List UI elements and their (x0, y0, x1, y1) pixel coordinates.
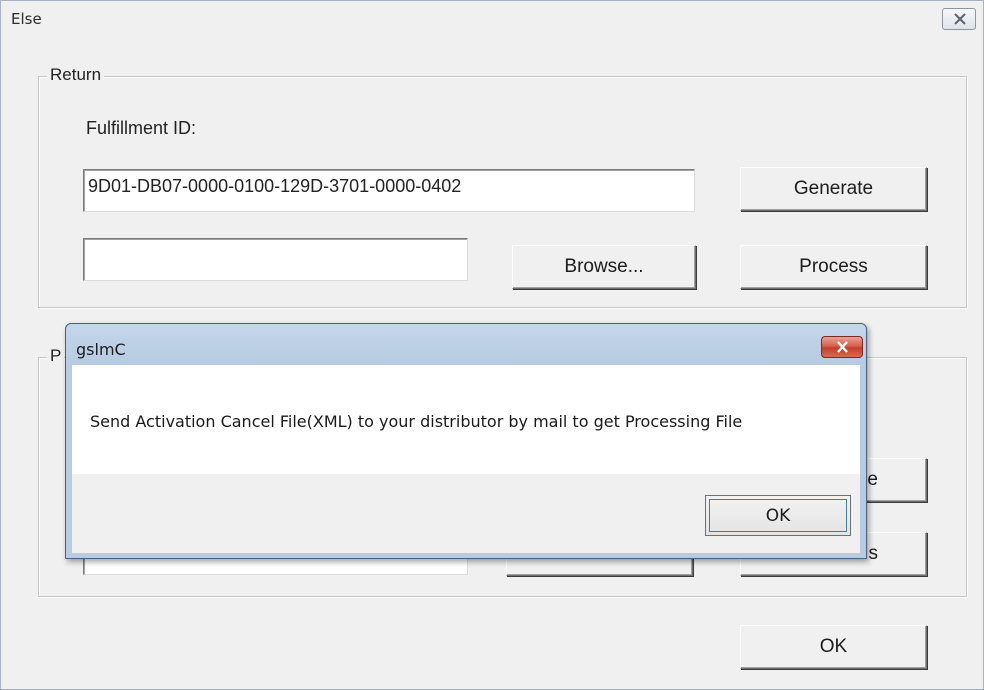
main-ok-button-label: OK (819, 636, 848, 657)
process-button-label: Process (799, 256, 868, 277)
generate-button[interactable]: Generate (740, 167, 927, 211)
focus-ring (709, 499, 847, 532)
message-box-close-button[interactable] (821, 336, 863, 358)
fulfillment-id-label: Fulfillment ID: (86, 118, 197, 138)
return-group-legend: Return (47, 65, 105, 85)
browse-button-label: Browse... (564, 256, 644, 277)
window-close-button[interactable] (942, 8, 976, 30)
close-icon (954, 13, 966, 25)
browse-button[interactable]: Browse... (512, 245, 696, 289)
process-button[interactable]: Process (740, 245, 927, 289)
message-box-text: Send Activation Cancel File(XML) to your… (90, 412, 743, 431)
fulfillment-id-field[interactable]: 9D01-DB07-0000-0100-129D-3701-0000-0402 (83, 169, 695, 212)
message-box-ok-button[interactable]: OK (705, 495, 851, 536)
main-ok-button[interactable]: OK (740, 625, 927, 669)
second-group-bottom-button-label: s (868, 543, 879, 564)
generate-button-label: Generate (793, 178, 874, 199)
second-group-top-button-label: e (867, 469, 878, 490)
return-file-path-field[interactable] (83, 238, 468, 281)
second-group-legend: P (47, 346, 65, 366)
close-icon (837, 341, 848, 353)
message-box-title: gslmC (76, 340, 126, 359)
window-title: Else (11, 10, 42, 28)
message-box-footer: OK (72, 474, 860, 553)
title-bar: Else (1, 1, 983, 41)
message-box-dialog: gslmC Send Activation Cancel File(XML) t… (65, 323, 867, 559)
fulfillment-id-value: 9D01-DB07-0000-0100-129D-3701-0000-0402 (88, 176, 462, 196)
message-box-body: Send Activation Cancel File(XML) to your… (72, 365, 860, 553)
